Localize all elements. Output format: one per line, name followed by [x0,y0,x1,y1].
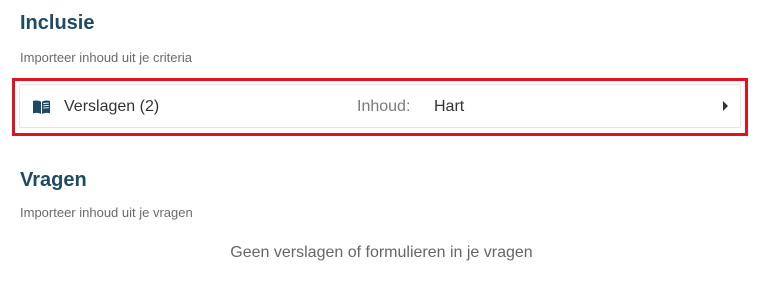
content-value: Hart [434,98,465,115]
inclusion-section-subtitle: Importeer inhoud uit je criteria [20,50,192,65]
book-open-icon [33,100,50,114]
inclusion-section-title: Inclusie [20,12,95,34]
questions-section-subtitle: Importeer inhoud uit je vragen [20,205,193,220]
content-label: Inhoud: [357,98,411,115]
questions-section-title: Vragen [20,169,87,191]
import-content-panel: Inclusie Importeer inhoud uit je criteri… [0,0,763,304]
chevron-right-icon[interactable] [723,101,728,111]
reports-label: Verslagen (2) [64,98,160,115]
reports-row[interactable]: Verslagen (2) Inhoud: Hart [19,84,741,128]
empty-state-message: Geen verslagen of formulieren in je vrag… [230,244,533,261]
